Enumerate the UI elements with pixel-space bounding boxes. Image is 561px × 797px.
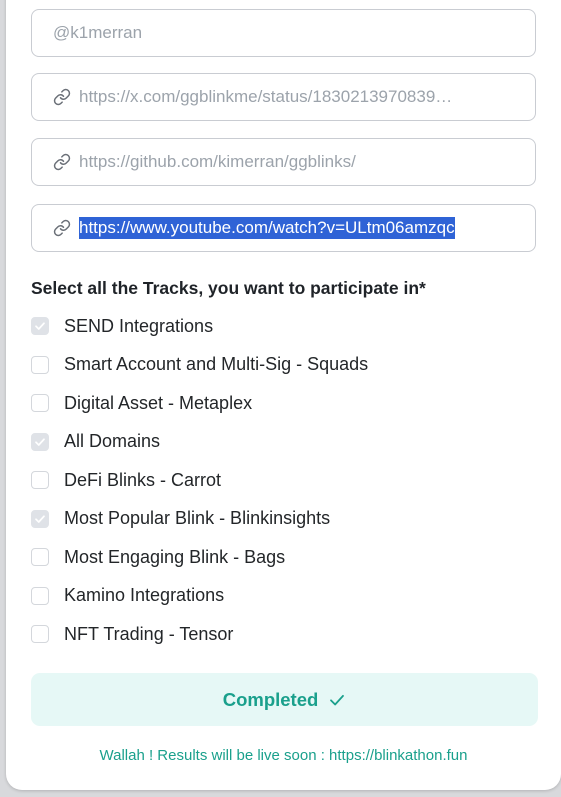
- check-icon: [328, 691, 346, 709]
- track-checkbox[interactable]: [31, 509, 49, 528]
- track-label: All Domains: [64, 431, 161, 451]
- youtube-link-field-value: https://www.youtube.com/watch?v=ULtm06am…: [79, 217, 455, 239]
- link-icon: [53, 219, 71, 237]
- link-icon: [53, 88, 71, 106]
- youtube-link-field[interactable]: https://www.youtube.com/watch?v=ULtm06am…: [31, 204, 536, 252]
- track-checkbox[interactable]: [31, 625, 49, 643]
- github-link-field[interactable]: https://github.com/kimerran/ggblinks/: [31, 138, 536, 186]
- github-link-field-value: https://github.com/kimerran/ggblinks/: [79, 152, 356, 171]
- track-option[interactable]: Smart Account and Multi-Sig - Squads: [31, 352, 368, 378]
- track-option[interactable]: All Domains: [31, 429, 160, 455]
- track-label: Most Popular Blink - Blinkinsights: [64, 508, 331, 528]
- track-checkbox[interactable]: [31, 317, 49, 335]
- track-label: Kamino Integrations: [64, 585, 225, 605]
- track-option[interactable]: Most Engaging Blink - Bags: [31, 544, 285, 570]
- track-label: Digital Asset - Metaplex: [64, 392, 253, 413]
- track-checkbox[interactable]: [31, 586, 49, 605]
- track-option[interactable]: DeFi Blinks - Carrot: [31, 467, 221, 493]
- results-note: Wallah ! Results will be live soon : htt…: [99, 747, 468, 764]
- track-option[interactable]: Most Popular Blink - Blinkinsights: [31, 506, 330, 532]
- track-label: Most Engaging Blink - Bags: [64, 546, 286, 567]
- track-label: Smart Account and Multi-Sig - Squads: [64, 354, 369, 374]
- track-checkbox[interactable]: [31, 432, 49, 451]
- tweet-link-field-value: https://x.com/ggblinkme/status/183021397…: [79, 87, 453, 106]
- track-option[interactable]: Kamino Integrations: [31, 583, 224, 609]
- track-checkbox[interactable]: [31, 548, 49, 566]
- tweet-link-field[interactable]: https://x.com/ggblinkme/status/183021397…: [31, 73, 536, 121]
- track-option[interactable]: SEND Integrations: [31, 313, 213, 339]
- handle-field[interactable]: @k1merran: [31, 9, 536, 57]
- link-icon: [53, 153, 71, 171]
- track-option[interactable]: Digital Asset - Metaplex: [31, 390, 252, 416]
- completed-button[interactable]: Completed: [31, 673, 538, 726]
- completed-button-label: Completed: [222, 688, 319, 710]
- track-checkbox[interactable]: [31, 355, 49, 374]
- track-option[interactable]: NFT Trading - Tensor: [31, 621, 233, 647]
- track-label: DeFi Blinks - Carrot: [64, 469, 222, 490]
- track-checkbox[interactable]: [31, 394, 49, 412]
- track-label: NFT Trading - Tensor: [64, 623, 234, 644]
- track-checkbox[interactable]: [31, 471, 49, 489]
- tracks-heading: Select all the Tracks, you want to parti…: [31, 278, 426, 298]
- track-label: SEND Integrations: [64, 315, 214, 336]
- handle-field-value: @k1merran: [53, 23, 143, 42]
